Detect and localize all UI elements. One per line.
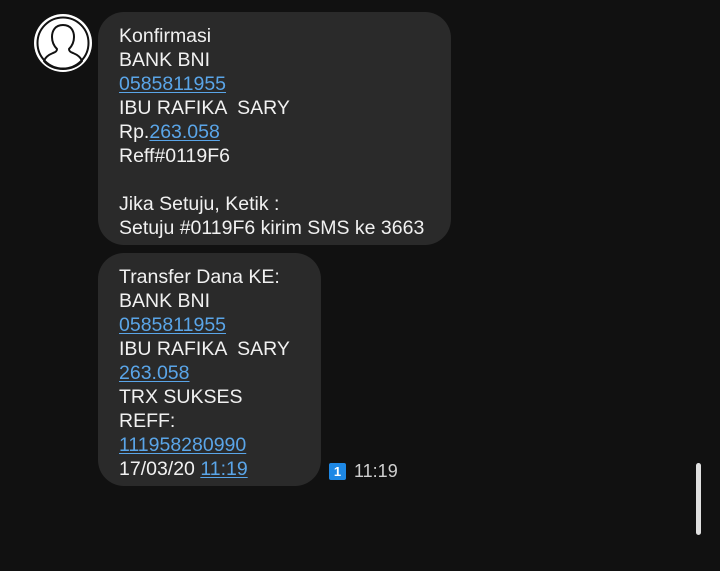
message-link[interactable]: 0585811955	[119, 314, 226, 336]
message-text: 17/03/20	[119, 458, 201, 480]
message-line: Rp.263.058	[119, 120, 431, 144]
message-line	[119, 168, 431, 192]
message-link[interactable]: 0585811955	[119, 73, 226, 95]
contact-avatar-icon[interactable]	[34, 14, 92, 72]
message-line: 17/03/20 11:19	[119, 457, 301, 481]
message-line: Jika Setuju, Ketik :	[119, 192, 431, 216]
person-silhouette-icon	[36, 16, 90, 70]
message-time: 11:19	[354, 461, 398, 481]
message-line: REFF:	[119, 409, 301, 433]
message-link[interactable]: 111958280990	[119, 434, 246, 456]
message-line: Konfirmasi	[119, 24, 431, 48]
message-bubble[interactable]: Transfer Dana KE: BANK BNI 0585811955 IBU R…	[98, 253, 321, 486]
message-link[interactable]: 263.058	[149, 121, 220, 143]
message-text: BANK BNI	[119, 49, 211, 71]
message-text: REFF:	[119, 410, 176, 432]
message-line: 0585811955	[119, 72, 431, 96]
message-line: Setuju #0119F6 kirim SMS ke 3663	[119, 216, 431, 240]
message-text: Jika Setuju, Ketik :	[119, 193, 280, 215]
message-link[interactable]: 263.058	[119, 362, 190, 384]
message-line: BANK BNI	[119, 289, 301, 313]
message-text: IBU RAFIKA SARY	[119, 338, 290, 360]
message-line: Transfer Dana KE:	[119, 265, 301, 289]
message-text: BANK BNI	[119, 290, 211, 312]
message-bubble[interactable]: Konfirmasi BANK BNI 0585811955 IBU RAFIKA S…	[98, 12, 451, 245]
message-text: IBU RAFIKA SARY	[119, 97, 290, 119]
message-line: BANK BNI	[119, 48, 431, 72]
message-line: IBU RAFIKA SARY	[119, 337, 301, 361]
message-line: TRX SUKSES	[119, 385, 301, 409]
message-text: TRX SUKSES	[119, 386, 243, 408]
message-link[interactable]: 11:19	[200, 458, 247, 480]
message-text: Transfer Dana KE:	[119, 266, 280, 288]
message-text: Setuju #0119F6 kirim SMS ke 3663	[119, 217, 425, 239]
message-line: 111958280990	[119, 433, 301, 457]
message-line: 0585811955	[119, 313, 301, 337]
message-text: Konfirmasi	[119, 25, 212, 47]
message-text: Rp.	[119, 121, 150, 143]
message-line: IBU RAFIKA SARY	[119, 96, 431, 120]
message-line: 263.058	[119, 361, 301, 385]
message-text: Reff#0119F6	[119, 145, 230, 167]
conversation-view: Konfirmasi BANK BNI 0585811955 IBU RAFIKA S…	[0, 0, 720, 571]
message-line: Reff#0119F6	[119, 144, 431, 168]
message-meta: 1 11:19	[329, 461, 398, 482]
sim-1-icon: 1	[329, 463, 346, 480]
scrollbar-thumb[interactable]	[696, 463, 701, 535]
